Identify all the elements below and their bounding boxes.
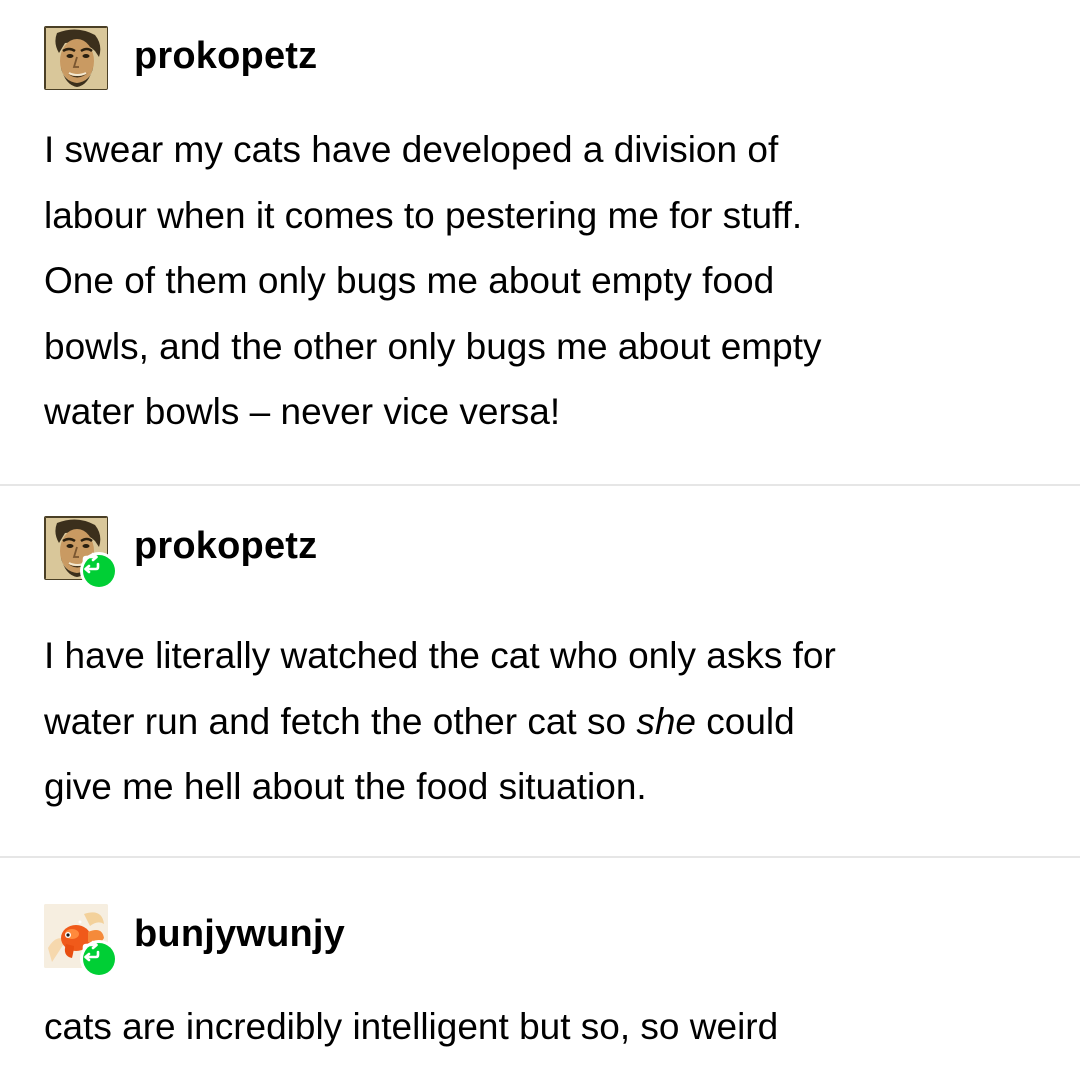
reblog-badge: [80, 940, 118, 978]
blog-avatar[interactable]: [44, 904, 118, 978]
post-body-text: I have literally watched the cat who onl…: [44, 623, 1044, 820]
post-3: bunjywunjy cats are incredibly intellige…: [0, 858, 1080, 1069]
blog-username[interactable]: prokopetz: [134, 35, 317, 78]
post-header: prokopetz: [44, 26, 317, 90]
text-line: give me hell about the food situation.: [44, 766, 647, 807]
text-line: labour when it comes to pestering me for…: [44, 194, 803, 236]
blog-avatar[interactable]: [44, 26, 108, 90]
post-body-text: I swear my cats have developed a divisio…: [44, 117, 1044, 445]
reblog-icon: [82, 552, 115, 587]
text-line: cats are incredibly intelligent but so, …: [44, 1006, 779, 1047]
reblog-badge: [80, 552, 118, 590]
text-segment: water run and fetch the other cat so: [44, 700, 637, 742]
reblog-icon: [82, 940, 115, 975]
post-1: prokopetz I swear my cats have developed…: [0, 0, 1080, 484]
blog-username[interactable]: prokopetz: [134, 525, 317, 568]
post-header: prokopetz: [44, 516, 317, 590]
text-line: bowls, and the other only bugs me about …: [44, 325, 822, 367]
text-segment: could: [696, 700, 795, 742]
portrait-avatar-icon: [44, 26, 108, 90]
text-line: One of them only bugs me about empty foo…: [44, 260, 775, 301]
blog-username[interactable]: bunjywunjy: [134, 913, 345, 956]
emphasized-text: she: [636, 700, 696, 742]
text-line: water bowls – never vice versa!: [44, 391, 561, 432]
post-body-text: cats are incredibly intelligent but so, …: [44, 994, 1044, 1060]
blog-avatar[interactable]: [44, 516, 118, 590]
text-line: water run and fetch the other cat so she…: [44, 689, 1044, 755]
text-line: I swear my cats have developed a divisio…: [44, 129, 779, 170]
text-line: I have literally watched the cat who onl…: [44, 635, 836, 676]
post-2: prokopetz I have literally watched the c…: [0, 486, 1080, 856]
post-header: bunjywunjy: [44, 904, 345, 978]
